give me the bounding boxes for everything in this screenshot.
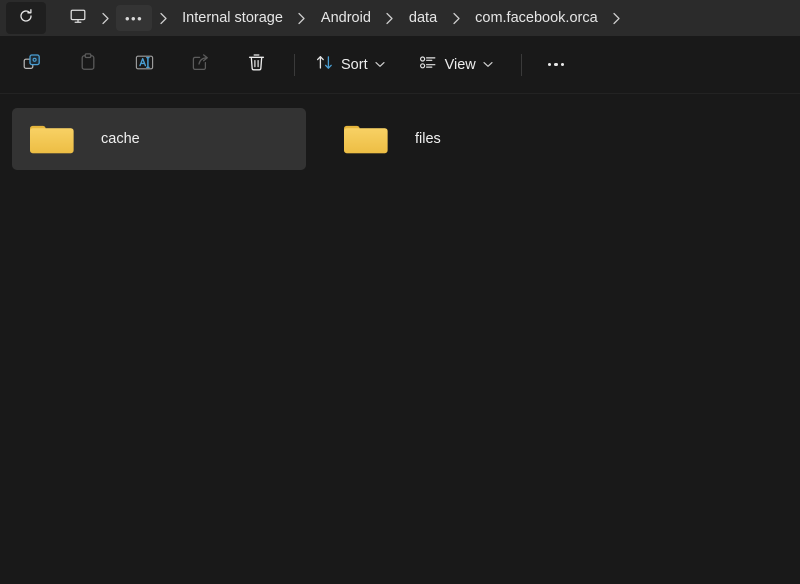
- list-item-label: files: [415, 131, 441, 147]
- toolbar-divider: [294, 53, 295, 76]
- breadcrumb-item-data[interactable]: data: [401, 5, 445, 31]
- breadcrumb-chevron-icon[interactable]: [152, 5, 174, 31]
- breadcrumb: ••• Internal storage Android data com.fa…: [62, 2, 800, 34]
- breadcrumb-item-android[interactable]: Android: [313, 5, 379, 31]
- ellipsis-icon: [554, 62, 558, 67]
- delete-icon: [246, 52, 267, 78]
- list-item[interactable]: files: [326, 108, 486, 170]
- paste-button[interactable]: [68, 47, 108, 83]
- address-bar: ••• Internal storage Android data com.fa…: [0, 0, 800, 36]
- view-icon: [419, 53, 438, 76]
- sort-icon: [315, 53, 334, 76]
- breadcrumb-chevron-icon[interactable]: [606, 5, 628, 31]
- share-icon: [190, 52, 211, 78]
- chevron-down-icon: [483, 61, 493, 68]
- breadcrumb-item-internal-storage[interactable]: Internal storage: [174, 5, 291, 31]
- copy-button[interactable]: [12, 47, 52, 83]
- see-more-button[interactable]: [538, 48, 574, 82]
- toolbar-divider: [520, 53, 522, 76]
- ellipsis-icon: [560, 62, 565, 67]
- folder-icon: [26, 118, 78, 160]
- view-label: View: [444, 56, 476, 73]
- sort-button[interactable]: Sort: [305, 48, 395, 82]
- file-list-area[interactable]: cache files: [0, 94, 800, 584]
- breadcrumb-chevron-icon[interactable]: [445, 5, 467, 31]
- folder-icon: [340, 118, 392, 160]
- command-bar: Sort View: [0, 36, 800, 94]
- share-button[interactable]: [180, 47, 220, 83]
- refresh-icon: [18, 8, 34, 29]
- rename-button[interactable]: [124, 47, 164, 83]
- copy-icon: [22, 52, 42, 77]
- file-items-row: cache files: [12, 108, 788, 170]
- delete-button[interactable]: [236, 47, 276, 83]
- breadcrumb-chevron-icon[interactable]: [291, 5, 313, 31]
- list-item[interactable]: cache: [12, 108, 306, 170]
- rename-icon: [134, 52, 155, 78]
- monitor-icon: [69, 7, 87, 29]
- chevron-down-icon: [374, 61, 385, 68]
- breadcrumb-chevron-icon[interactable]: [379, 5, 401, 31]
- refresh-button[interactable]: [6, 2, 46, 34]
- paste-icon: [78, 52, 98, 77]
- view-button[interactable]: View: [409, 48, 503, 82]
- breadcrumb-this-pc[interactable]: [62, 5, 94, 31]
- sort-label: Sort: [341, 56, 368, 73]
- breadcrumb-overflow-button[interactable]: •••: [116, 5, 153, 31]
- breadcrumb-item-com-facebook-orca[interactable]: com.facebook.orca: [467, 5, 606, 31]
- ellipsis-icon: [547, 62, 552, 67]
- breadcrumb-chevron-icon[interactable]: [94, 5, 116, 31]
- list-item-label: cache: [101, 131, 140, 147]
